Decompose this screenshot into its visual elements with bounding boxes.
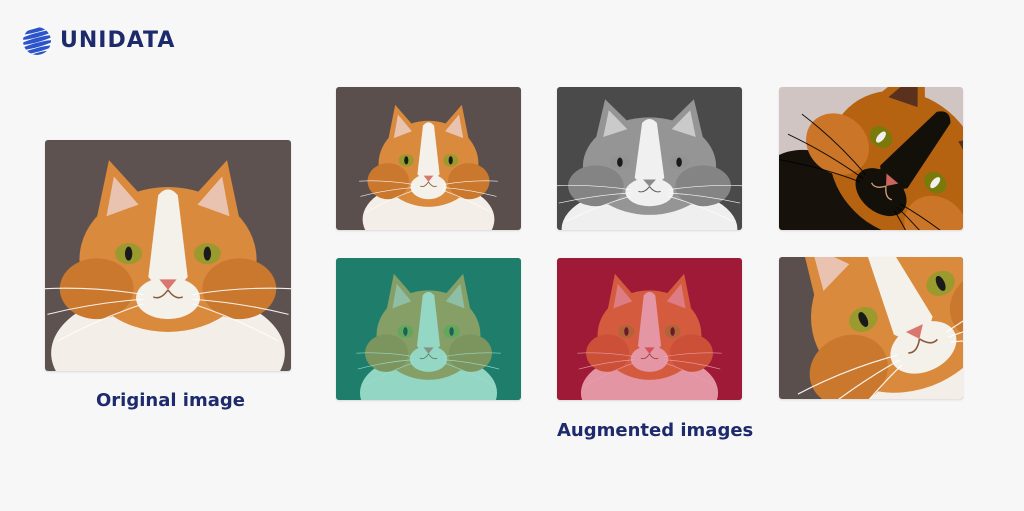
augmented-image-teal-tint bbox=[336, 258, 521, 400]
original-image bbox=[45, 140, 291, 371]
augmented-image-rotated-zoomed bbox=[779, 257, 963, 399]
augmented-image-red-tint bbox=[557, 258, 742, 400]
globe-logo-icon bbox=[23, 27, 51, 55]
original-image-caption: Original image bbox=[96, 390, 245, 411]
augmented-image-downscaled bbox=[336, 87, 521, 230]
augmented-image-inverted-rotated bbox=[779, 87, 963, 230]
augmented-images-caption: Augmented images bbox=[557, 420, 754, 441]
brand-name: UNIDATA bbox=[60, 28, 176, 53]
brand-logo: UNIDATA bbox=[22, 26, 175, 56]
augmented-image-grayscale bbox=[557, 87, 742, 230]
